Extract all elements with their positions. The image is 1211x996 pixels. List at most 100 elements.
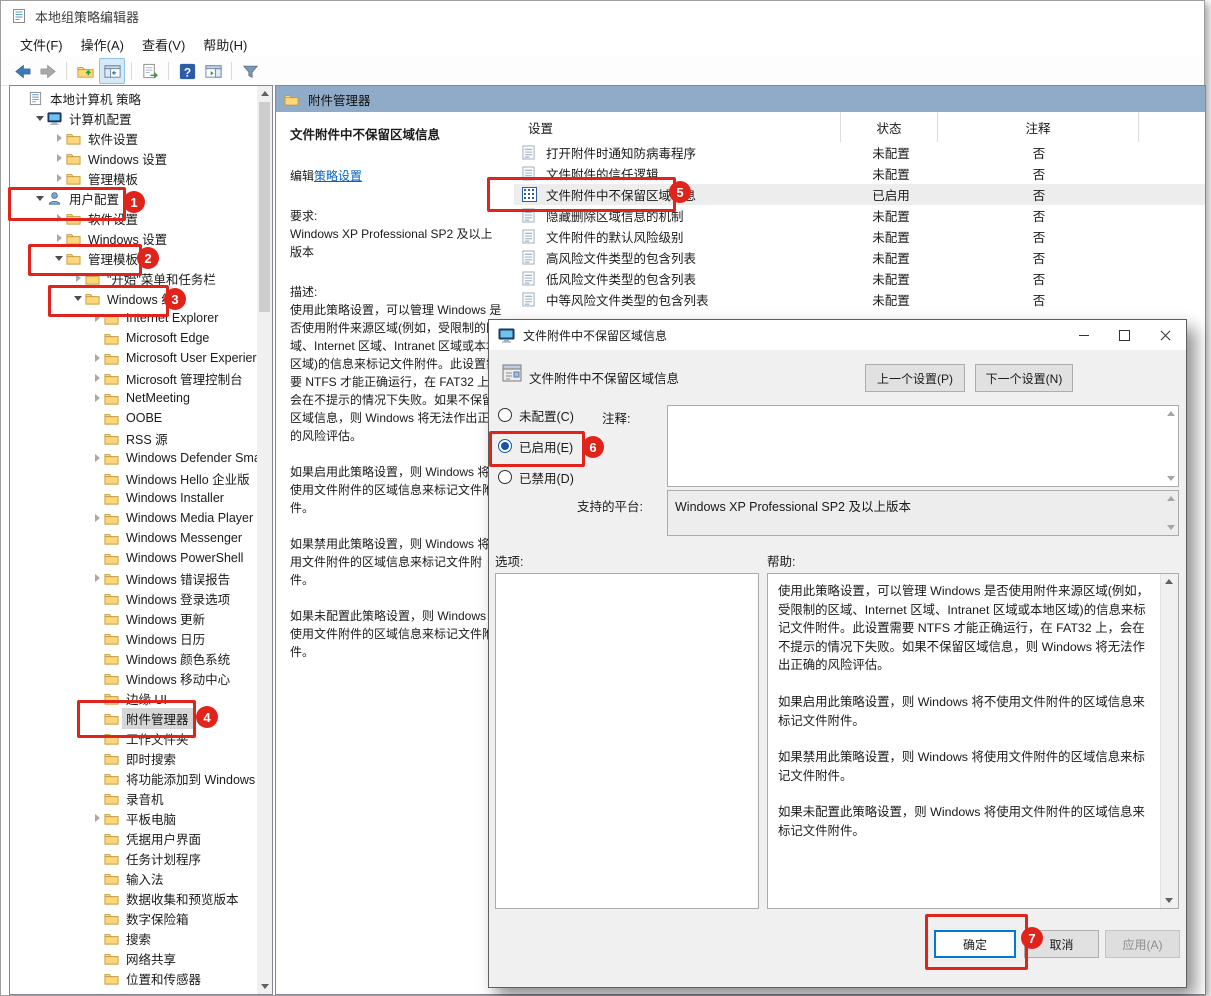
filter-icon[interactable] bbox=[238, 59, 262, 83]
expand-arrow-icon[interactable] bbox=[90, 571, 104, 585]
tree-item[interactable]: OOBE bbox=[10, 408, 257, 428]
expand-arrow-icon[interactable] bbox=[90, 831, 104, 845]
tree-item-label[interactable]: Windows Installer bbox=[122, 490, 228, 506]
tree-item-label[interactable]: Internet Explorer bbox=[122, 310, 222, 326]
expand-arrow-icon[interactable] bbox=[90, 351, 104, 365]
tree-item[interactable]: RSS 源 bbox=[10, 428, 257, 448]
tree-item-label[interactable]: Windows Messenger bbox=[122, 530, 246, 546]
settings-row[interactable]: 低风险文件类型的包含列表 未配置 否 bbox=[514, 268, 1205, 289]
tree-item[interactable]: Microsoft User Experier bbox=[10, 348, 257, 368]
expand-arrow-icon[interactable] bbox=[71, 291, 85, 305]
expand-arrow-icon[interactable] bbox=[90, 711, 104, 725]
tree-item[interactable]: Windows 颜色系统 bbox=[10, 648, 257, 668]
expand-arrow-icon[interactable] bbox=[33, 111, 47, 125]
scroll-up-icon[interactable] bbox=[257, 86, 272, 101]
minimize-icon[interactable] bbox=[1063, 320, 1104, 350]
tree-item[interactable]: 即时搜索 bbox=[10, 748, 257, 768]
tree-item-label[interactable]: Windows 设置 bbox=[84, 228, 171, 249]
settings-row[interactable]: 高风险文件类型的包含列表 未配置 否 bbox=[514, 247, 1205, 268]
tree-item[interactable]: 录音机 bbox=[10, 788, 257, 808]
expand-arrow-icon[interactable] bbox=[90, 771, 104, 785]
tree-item-label[interactable]: Windows Hello 企业版 bbox=[122, 468, 254, 489]
expand-arrow-icon[interactable] bbox=[90, 791, 104, 805]
settings-row[interactable]: 隐藏删除区域信息的机制 未配置 否 bbox=[514, 205, 1205, 226]
scroll-down-icon[interactable] bbox=[1167, 525, 1175, 530]
tree-item[interactable]: 网络共享 bbox=[10, 948, 257, 968]
tree-item[interactable]: 数据收集和预览版本 bbox=[10, 888, 257, 908]
column-header-comment[interactable]: 注释 bbox=[937, 112, 1138, 142]
comment-input[interactable] bbox=[667, 405, 1179, 487]
tree-item-label[interactable]: 任务计划程序 bbox=[122, 848, 205, 869]
scroll-down-icon[interactable] bbox=[257, 979, 272, 994]
tree-item[interactable]: 输入法 bbox=[10, 868, 257, 888]
tree-item[interactable]: Windows Media Player bbox=[10, 508, 257, 528]
expand-arrow-icon[interactable] bbox=[90, 371, 104, 385]
expand-arrow-icon[interactable] bbox=[90, 311, 104, 325]
tree-item-label[interactable]: 即时搜索 bbox=[122, 748, 180, 769]
expand-arrow-icon[interactable] bbox=[90, 751, 104, 765]
tree-item-label[interactable]: Windows Media Player bbox=[122, 510, 257, 526]
up-one-level-icon[interactable] bbox=[73, 59, 97, 83]
tree-item[interactable]: 计算机配置 bbox=[10, 108, 257, 128]
scroll-down-icon[interactable] bbox=[1161, 893, 1176, 908]
tree-item[interactable]: 搜索 bbox=[10, 928, 257, 948]
tree-item-label[interactable]: 将功能添加到 Windows 1 bbox=[122, 768, 257, 789]
tree-item[interactable]: 边缘 UI bbox=[10, 688, 257, 708]
tree-item-label[interactable]: 录音机 bbox=[122, 788, 168, 809]
expand-arrow-icon[interactable] bbox=[71, 271, 85, 285]
expand-arrow-icon[interactable] bbox=[90, 591, 104, 605]
expand-arrow-icon[interactable] bbox=[33, 191, 47, 205]
tree-item-label[interactable]: OOBE bbox=[122, 410, 166, 426]
tree-item-label[interactable]: 软件设置 bbox=[84, 128, 142, 149]
tree-item-label[interactable]: Windows 更新 bbox=[122, 608, 209, 629]
expand-arrow-icon[interactable] bbox=[52, 131, 66, 145]
tree-item[interactable]: Internet Explorer bbox=[10, 308, 257, 328]
expand-arrow-icon[interactable] bbox=[90, 811, 104, 825]
tree-item-label[interactable]: Windows 移动中心 bbox=[122, 668, 234, 689]
tree-item-label[interactable]: Windows 日历 bbox=[122, 628, 209, 649]
tree-item-label[interactable]: 平板电脑 bbox=[122, 808, 180, 829]
expand-arrow-icon[interactable] bbox=[90, 611, 104, 625]
expand-arrow-icon[interactable] bbox=[90, 431, 104, 445]
tree-item-label[interactable]: Windows 颜色系统 bbox=[122, 648, 234, 669]
edit-policy-link[interactable]: 策略设置 bbox=[314, 169, 362, 183]
tree-item[interactable]: Windows 错误报告 bbox=[10, 568, 257, 588]
expand-arrow-icon[interactable] bbox=[90, 971, 104, 985]
expand-arrow-icon[interactable] bbox=[52, 251, 66, 265]
tree-item[interactable]: 本地计算机 策略 bbox=[10, 88, 257, 108]
tree-item[interactable]: 平板电脑 bbox=[10, 808, 257, 828]
tree-item-label[interactable]: 用户配置 bbox=[65, 188, 123, 209]
expand-arrow-icon[interactable] bbox=[90, 391, 104, 405]
settings-row[interactable]: 文件附件的默认风险级别 未配置 否 bbox=[514, 226, 1205, 247]
menu-item[interactable]: 文件(F) bbox=[11, 32, 72, 57]
back-arrow-icon[interactable] bbox=[10, 59, 34, 83]
expand-arrow-icon[interactable] bbox=[14, 91, 28, 105]
tree-item-label[interactable]: 凭据用户界面 bbox=[122, 828, 205, 849]
expand-arrow-icon[interactable] bbox=[90, 871, 104, 885]
tree-item-label[interactable]: Windows 组件 bbox=[103, 288, 190, 309]
expand-arrow-icon[interactable] bbox=[90, 731, 104, 745]
tree-item[interactable]: Windows Defender Sma bbox=[10, 448, 257, 468]
expand-arrow-icon[interactable] bbox=[52, 151, 66, 165]
tree-item[interactable]: 数字保险箱 bbox=[10, 908, 257, 928]
expand-arrow-icon[interactable] bbox=[90, 651, 104, 665]
expand-arrow-icon[interactable] bbox=[90, 911, 104, 925]
tree-item[interactable]: Windows 设置 bbox=[10, 148, 257, 168]
tree-item-label[interactable]: Microsoft User Experier bbox=[122, 350, 257, 366]
tree-item[interactable]: 凭据用户界面 bbox=[10, 828, 257, 848]
previous-setting-button[interactable]: 上一个设置(P) bbox=[865, 364, 965, 392]
expand-arrow-icon[interactable] bbox=[90, 851, 104, 865]
tree-item[interactable]: Windows 登录选项 bbox=[10, 588, 257, 608]
tree-item-label[interactable]: 软件设置 bbox=[84, 208, 142, 229]
tree-item[interactable]: 位置和传感器 bbox=[10, 968, 257, 988]
expand-arrow-icon[interactable] bbox=[90, 951, 104, 965]
expand-arrow-icon[interactable] bbox=[90, 331, 104, 345]
expand-arrow-icon[interactable] bbox=[90, 511, 104, 525]
tree-item[interactable]: Windows Hello 企业版 bbox=[10, 468, 257, 488]
expand-arrow-icon[interactable] bbox=[90, 411, 104, 425]
tree-item[interactable]: Microsoft Edge bbox=[10, 328, 257, 348]
maximize-icon[interactable] bbox=[1104, 320, 1145, 350]
tree-item-label[interactable]: NetMeeting bbox=[122, 390, 194, 406]
tree-item[interactable]: 软件设置 bbox=[10, 208, 257, 228]
menu-item[interactable]: 操作(A) bbox=[72, 32, 133, 57]
